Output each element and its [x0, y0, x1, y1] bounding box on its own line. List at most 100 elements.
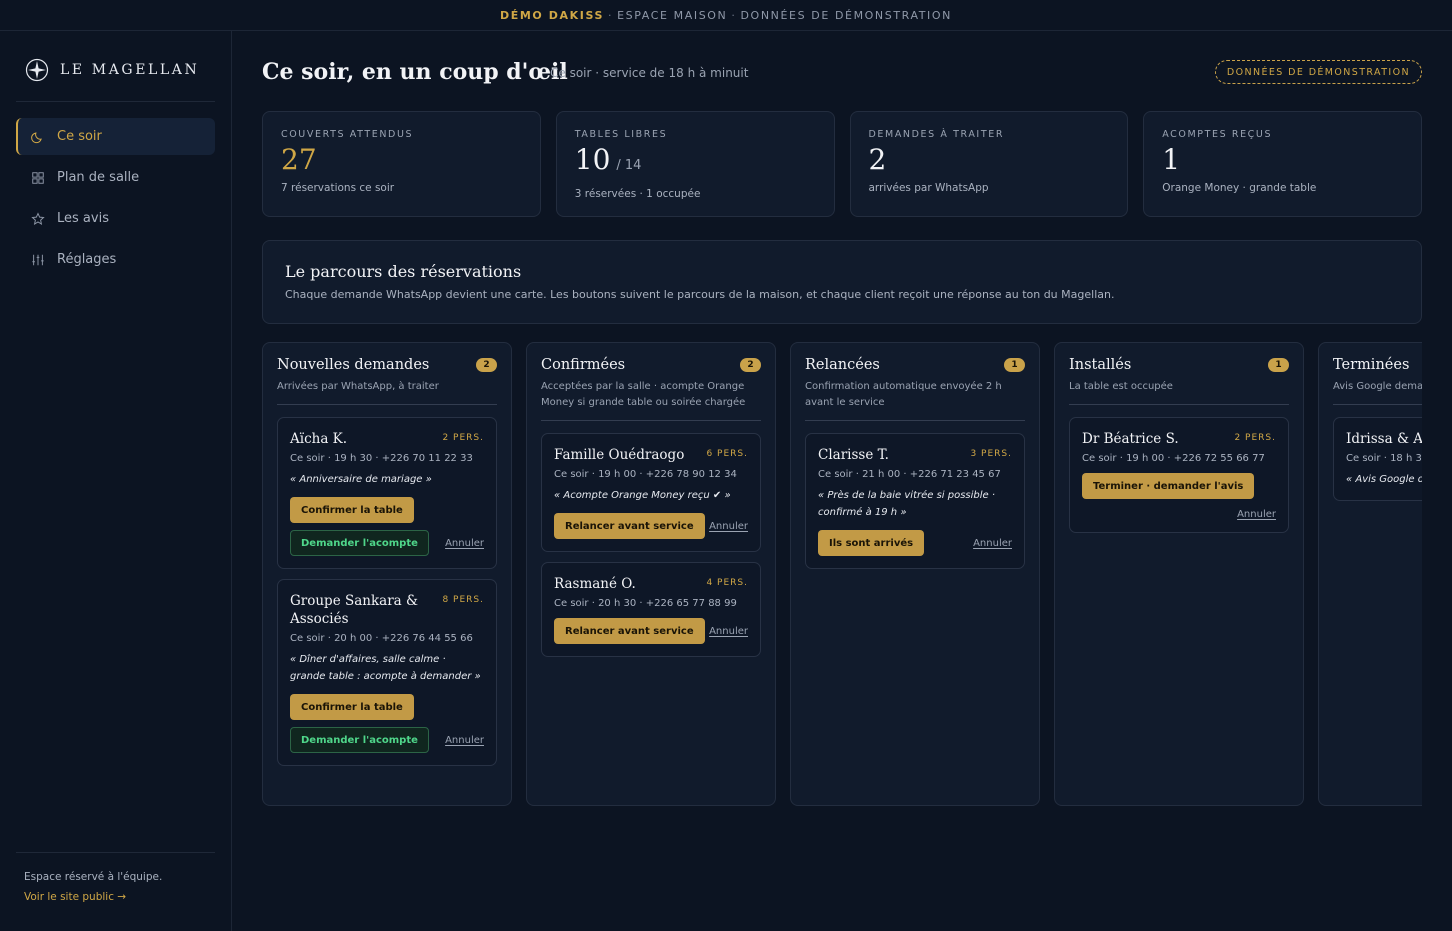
- card-actions: Confirmer la table: [290, 694, 484, 720]
- sidebar-nav: Ce soir Plan de salle Les avis Réglages: [16, 118, 215, 282]
- guest-name: Aïcha K.: [290, 431, 348, 447]
- reservation-card[interactable]: Aïcha K. 2 PERS. Ce soir · 19 h 30 · +22…: [277, 417, 497, 569]
- stat-note: 3 réservées · 1 occupée: [574, 188, 701, 200]
- lane-description: Arrivées par WhatsApp, à traiter: [277, 379, 497, 405]
- kanban-board[interactable]: Nouvelles demandes 2 Arrivées par WhatsA…: [262, 342, 1422, 806]
- guest-note: « Acompte Orange Money reçu ✔ »: [554, 490, 731, 501]
- stat-card-couverts: COUVERTS ATTENDUS 27 7 réservations ce s…: [262, 111, 541, 217]
- lane-header: Terminées: [1333, 357, 1422, 373]
- reservation-card[interactable]: Rasmané O. 4 PERS. Ce soir · 20 h 30 · +…: [541, 562, 761, 657]
- reservation-meta: Ce soir · 21 h 00 · +226 71 23 45 67: [818, 469, 1001, 480]
- stats-row: COUVERTS ATTENDUS 27 7 réservations ce s…: [262, 111, 1422, 217]
- cancel-link[interactable]: Annuler: [973, 538, 1012, 549]
- card-header: Dr Béatrice S. 2 PERS.: [1082, 430, 1276, 448]
- sidebar-item-reglages[interactable]: Réglages: [16, 241, 215, 278]
- reservation-meta: Ce soir · 20 h 00 · +226 76 44 55 66: [290, 633, 473, 644]
- reservation-card[interactable]: Clarisse T. 3 PERS. Ce soir · 21 h 00 · …: [805, 433, 1025, 569]
- confirm-table-button[interactable]: Confirmer la table: [290, 694, 414, 720]
- mark-arrived-button[interactable]: Ils sont arrivés: [818, 530, 925, 556]
- reservation-card[interactable]: Idrissa & Awa Ce soir · 18 h 30 « Avis G…: [1333, 417, 1422, 501]
- stat-card-demandes: DEMANDES À TRAITER 2 arrivées par WhatsA…: [849, 111, 1129, 217]
- demo-data-badge: DONNÉES DE DÉMONSTRATION: [1214, 60, 1422, 84]
- stat-value: 27: [281, 144, 522, 176]
- lane-header: Installés 1: [1069, 357, 1289, 373]
- guest-note: « Près de la baie vitrée si possible · c…: [818, 490, 996, 518]
- cancel-link[interactable]: Annuler: [709, 521, 748, 532]
- party-size: 4 PERS.: [706, 578, 748, 588]
- lane-description: Acceptées par la salle · acompte Orange …: [541, 379, 761, 421]
- public-site-link[interactable]: Voir le site public →: [24, 891, 162, 903]
- reservation-card[interactable]: Dr Béatrice S. 2 PERS. Ce soir · 19 h 00…: [1069, 417, 1289, 533]
- remind-before-service-button[interactable]: Relancer avant service: [554, 513, 705, 539]
- party-size: 3 PERS.: [970, 449, 1012, 459]
- confirm-table-button[interactable]: Confirmer la table: [290, 497, 414, 523]
- stat-note: arrivées par WhatsApp: [868, 182, 989, 194]
- stat-value: 2: [869, 144, 1110, 176]
- request-deposit-button[interactable]: Demander l'acompte: [290, 727, 429, 753]
- lane-description: Avis Google demandé: [1333, 379, 1422, 405]
- lane-count-badge: 2: [740, 358, 761, 372]
- card-header: Rasmané O. 4 PERS.: [554, 575, 748, 593]
- card-actions: Terminer · demander l'avis: [1082, 473, 1276, 499]
- lane-relancees: Relancées 1 Confirmation automatique env…: [790, 342, 1040, 806]
- request-deposit-button[interactable]: Demander l'acompte: [290, 530, 429, 556]
- sidebar-item-label: Réglages: [57, 252, 117, 267]
- card-header: Clarisse T. 3 PERS.: [818, 446, 1012, 464]
- compass-icon: [25, 58, 49, 82]
- stat-number: 2: [868, 143, 887, 176]
- sidebar: LE MAGELLAN Ce soir Plan de salle Les av…: [0, 31, 232, 931]
- sidebar-item-plan-de-salle[interactable]: Plan de salle: [16, 159, 215, 196]
- party-size: 2 PERS.: [1234, 433, 1276, 443]
- reservation-meta: Ce soir · 20 h 30 · +226 65 77 88 99: [554, 598, 737, 609]
- stat-number: 1: [1162, 143, 1181, 176]
- sidebar-item-les-avis[interactable]: Les avis: [16, 200, 215, 237]
- cancel-link[interactable]: Annuler: [445, 735, 484, 746]
- sidebar-item-label: Plan de salle: [57, 170, 140, 185]
- grid-icon: [32, 171, 44, 184]
- team-note: Espace réservé à l'équipe.: [24, 871, 163, 883]
- lane-title: Nouvelles demandes: [277, 357, 430, 373]
- topbar-data-note: DONNÉES DE DÉMONSTRATION: [740, 8, 952, 22]
- reservation-meta: Ce soir · 19 h 00 · +226 78 90 12 34: [554, 469, 737, 480]
- lane-nouvelles-demandes: Nouvelles demandes 2 Arrivées par WhatsA…: [262, 342, 512, 806]
- finish-request-review-button[interactable]: Terminer · demander l'avis: [1082, 473, 1255, 499]
- lane-description: La table est occupée: [1069, 379, 1289, 405]
- lane-header: Nouvelles demandes 2: [277, 357, 497, 373]
- card-actions: Ils sont arrivés Annuler: [818, 530, 1012, 556]
- reservation-meta: Ce soir · 18 h 30: [1346, 453, 1422, 464]
- banner-text: Chaque demande WhatsApp devient une cart…: [285, 288, 1115, 301]
- cancel-link[interactable]: Annuler: [709, 626, 748, 637]
- banner-title: Le parcours des réservations: [285, 262, 522, 281]
- stat-label: DEMANDES À TRAITER: [868, 129, 1005, 140]
- card-actions: Demander l'acompte Annuler: [290, 727, 484, 753]
- logo[interactable]: LE MAGELLAN: [25, 58, 199, 82]
- card-actions: Demander l'acompte Annuler: [290, 530, 484, 556]
- stat-card-tables: TABLES LIBRES 10 / 14 3 réservées · 1 occ…: [555, 111, 835, 217]
- stat-value: 10 / 14: [575, 144, 816, 182]
- stat-note: Orange Money · grande table: [1162, 182, 1317, 194]
- stat-label: TABLES LIBRES: [574, 129, 668, 140]
- sidebar-divider: [16, 852, 215, 853]
- reservation-meta: Ce soir · 19 h 30 · +226 70 11 22 33: [290, 453, 473, 464]
- lane-title: Relancées: [805, 357, 880, 373]
- cancel-link[interactable]: Annuler: [1237, 509, 1276, 520]
- lane-installes: Installés 1 La table est occupée Dr Béat…: [1054, 342, 1304, 806]
- lane-description: Confirmation automatique envoyée 2 h ava…: [805, 379, 1025, 421]
- sidebar-item-ce-soir[interactable]: Ce soir: [16, 118, 215, 155]
- reservation-card[interactable]: Groupe Sankara & Associés 8 PERS. Ce soi…: [277, 579, 497, 766]
- cancel-link[interactable]: Annuler: [445, 538, 484, 549]
- reservation-card[interactable]: Famille Ouédraogo 6 PERS. Ce soir · 19 h…: [541, 433, 761, 552]
- sidebar-item-label: Les avis: [57, 211, 109, 226]
- lane-count-badge: 1: [1268, 358, 1289, 372]
- card-header: Groupe Sankara & Associés 8 PERS.: [290, 592, 484, 628]
- remind-before-service-button[interactable]: Relancer avant service: [554, 618, 705, 644]
- stat-value: 1: [1162, 144, 1403, 176]
- guest-note: « Avis Google demandé »: [1346, 474, 1422, 485]
- card-header: Famille Ouédraogo 6 PERS.: [554, 446, 748, 464]
- stat-label: ACOMPTES REÇUS: [1162, 129, 1273, 140]
- lane-header: Relancées 1: [805, 357, 1025, 373]
- page-title: Ce soir, en un coup d'œil: [262, 59, 568, 85]
- guest-name: Idrissa & Awa: [1346, 431, 1422, 447]
- sidebar-footer: Espace réservé à l'équipe. Voir le site …: [24, 871, 162, 903]
- topbar-separator: ·: [608, 8, 614, 22]
